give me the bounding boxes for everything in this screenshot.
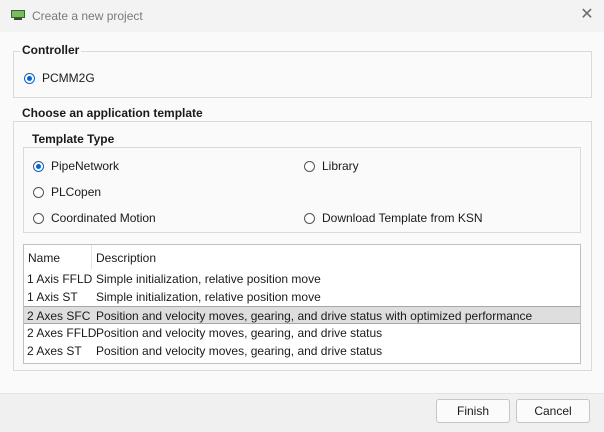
column-header-name[interactable]: Name <box>28 251 60 265</box>
window-title: Create a new project <box>32 9 143 23</box>
radio-coordinated-motion[interactable]: Coordinated Motion <box>33 211 156 225</box>
row-name: 2 Axes SFC <box>27 309 91 323</box>
controller-group <box>13 51 592 98</box>
radio-label-pcmm2g: PCMM2G <box>42 71 95 85</box>
row-name: 2 Axes FFLD <box>27 326 97 340</box>
app-icon <box>11 10 25 20</box>
radio-label-download-template: Download Template from KSN <box>322 211 483 225</box>
table-row[interactable]: 2 Axes ST Position and velocity moves, g… <box>24 342 580 360</box>
radio-label-pipenetwork: PipeNetwork <box>51 159 120 173</box>
radio-library[interactable]: Library <box>304 159 359 173</box>
radio-plcopen[interactable]: PLCopen <box>33 185 101 199</box>
radio-dot <box>33 186 44 198</box>
radio-dot <box>33 212 44 224</box>
column-divider[interactable] <box>91 245 92 269</box>
table-row[interactable]: 2 Axes FFLD Position and velocity moves,… <box>24 324 580 342</box>
controller-heading: Controller <box>20 43 82 57</box>
title-bar: Create a new project ✕ <box>0 0 604 32</box>
template-type-heading: Template Type <box>30 132 117 146</box>
row-description: Position and velocity moves, gearing, an… <box>96 309 533 323</box>
table-row[interactable]: 1 Axis FFLD Simple initialization, relat… <box>24 270 580 288</box>
row-name: 2 Axes ST <box>27 344 82 358</box>
row-name: 1 Axis FFLD <box>27 272 93 286</box>
table-row[interactable]: 1 Axis ST Simple initialization, relativ… <box>24 288 580 306</box>
row-description: Position and velocity moves, gearing, an… <box>96 344 383 358</box>
row-description: Simple initialization, relative position… <box>96 290 321 304</box>
radio-pcmm2g[interactable]: PCMM2G <box>24 71 95 85</box>
column-header-description[interactable]: Description <box>96 251 156 265</box>
radio-dot <box>24 72 35 84</box>
radio-label-coordinated-motion: Coordinated Motion <box>51 211 156 225</box>
table-header: Name Description <box>24 245 580 269</box>
table-row-selected[interactable]: 2 Axes SFC Position and velocity moves, … <box>24 306 580 324</box>
finish-button[interactable]: Finish <box>436 399 510 423</box>
template-heading: Choose an application template <box>20 106 205 120</box>
row-name: 1 Axis ST <box>27 290 78 304</box>
row-description: Simple initialization, relative position… <box>96 272 321 286</box>
radio-dot <box>304 160 315 172</box>
dialog-footer: Finish Cancel <box>0 393 604 432</box>
cancel-button[interactable]: Cancel <box>516 399 590 423</box>
row-description: Position and velocity moves, gearing, an… <box>96 326 383 340</box>
template-table: Name Description 1 Axis FFLD Simple init… <box>23 244 581 364</box>
radio-label-plcopen: PLCopen <box>51 185 102 199</box>
close-icon[interactable]: ✕ <box>578 6 596 24</box>
radio-dot <box>304 212 315 224</box>
radio-pipenetwork[interactable]: PipeNetwork <box>33 159 119 173</box>
radio-label-library: Library <box>322 159 359 173</box>
radio-download-template[interactable]: Download Template from KSN <box>304 211 483 225</box>
radio-dot <box>33 160 44 172</box>
